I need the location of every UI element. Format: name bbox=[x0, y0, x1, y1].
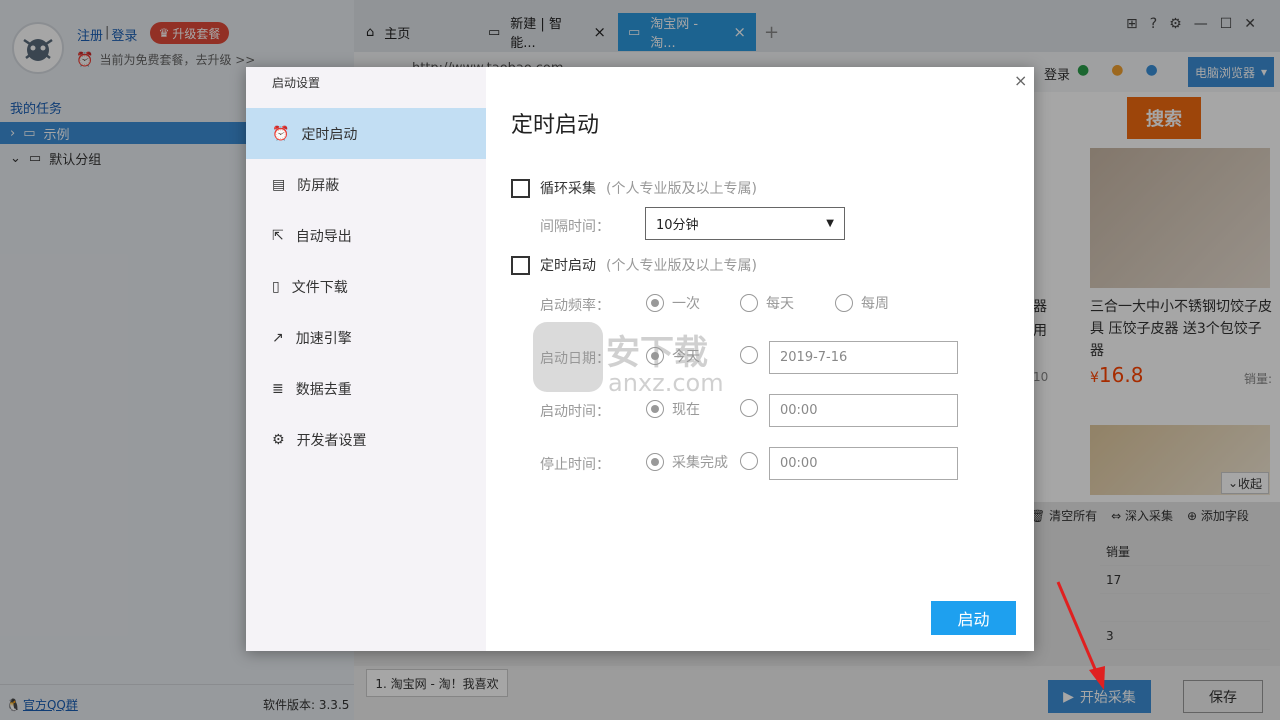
radio-label: 每天 bbox=[766, 296, 794, 312]
radio-label: 采集完成 bbox=[672, 455, 728, 471]
watermark-text: 安下载 bbox=[606, 333, 708, 373]
chart-boost-icon: ↗ bbox=[272, 329, 284, 346]
loop-collect-label: 循环采集 bbox=[540, 181, 596, 197]
nav-speed-engine[interactable]: ↗ 加速引擎 bbox=[246, 312, 486, 363]
interval-select[interactable]: 10分钟 ▼ bbox=[645, 207, 845, 240]
dialog-title: 启动设置 bbox=[272, 76, 321, 90]
scheduled-start-label: 定时启动 bbox=[540, 258, 596, 274]
frequency-weekly[interactable]: 每周 bbox=[835, 293, 889, 313]
radio-label: 每周 bbox=[861, 296, 889, 312]
start-time-input[interactable]: 00:00 bbox=[769, 394, 958, 427]
start-button[interactable]: 启动 bbox=[931, 601, 1016, 635]
scheduled-start-note: (个人专业版及以上专属) bbox=[606, 258, 757, 274]
start-time-label: 启动时间： bbox=[540, 404, 610, 420]
radio-button[interactable] bbox=[740, 452, 758, 470]
gear-icon: ⚙ bbox=[272, 431, 285, 448]
radio-button[interactable] bbox=[646, 400, 664, 418]
loop-collect-checkbox[interactable] bbox=[511, 178, 530, 198]
nav-label: 文件下载 bbox=[291, 279, 348, 296]
interval-label: 间隔时间： bbox=[540, 219, 610, 235]
file-download-icon: ▯ bbox=[272, 278, 280, 295]
watermark-domain: anxz.com bbox=[608, 369, 724, 397]
scheduled-start-checkbox[interactable] bbox=[511, 255, 530, 275]
radio-button[interactable] bbox=[740, 399, 758, 417]
nav-scheduled-start[interactable]: ⏰ 定时启动 bbox=[246, 108, 486, 159]
scheduled-start-row: 定时启动 (个人专业版及以上专属) bbox=[511, 255, 757, 275]
startup-settings-dialog: 启动设置 × ⏰ 定时启动 ▤ 防屏蔽 ⇱ 自动导出 ▯ 文件下载 ↗ 加速引擎 ≣ 数据去… bbox=[246, 67, 1034, 651]
nav-label: 数据去重 bbox=[295, 381, 352, 398]
dedup-list-icon: ≣ bbox=[272, 380, 284, 397]
radio-button[interactable] bbox=[740, 294, 758, 312]
start-date-custom-radio[interactable] bbox=[740, 346, 758, 364]
radio-button[interactable] bbox=[835, 294, 853, 312]
section-heading: 定时启动 bbox=[511, 113, 600, 138]
shield-screen-icon: ▤ bbox=[272, 176, 286, 193]
export-icon: ⇱ bbox=[272, 227, 284, 244]
nav-label: 加速引擎 bbox=[295, 330, 352, 347]
caret-down-icon: ▼ bbox=[826, 218, 834, 229]
stop-time-on-complete[interactable]: 采集完成 bbox=[646, 452, 728, 472]
nav-anti-block[interactable]: ▤ 防屏蔽 bbox=[246, 159, 486, 210]
nav-auto-export[interactable]: ⇱ 自动导出 bbox=[246, 210, 486, 261]
stop-time-custom-radio[interactable] bbox=[740, 452, 758, 470]
nav-dedup[interactable]: ≣ 数据去重 bbox=[246, 363, 486, 414]
frequency-once[interactable]: 一次 bbox=[646, 293, 700, 313]
watermark-shield-icon bbox=[533, 322, 603, 392]
start-date-input[interactable]: 2019-7-16 bbox=[769, 341, 958, 374]
alarm-clock-icon: ⏰ bbox=[272, 125, 290, 142]
loop-collect-row: 循环采集 (个人专业版及以上专属) bbox=[511, 178, 757, 198]
start-time-now[interactable]: 现在 bbox=[646, 399, 700, 419]
loop-collect-note: (个人专业版及以上专属) bbox=[606, 181, 757, 197]
radio-button[interactable] bbox=[646, 294, 664, 312]
interval-value: 10分钟 bbox=[656, 218, 699, 233]
frequency-daily[interactable]: 每天 bbox=[740, 293, 794, 313]
radio-button[interactable] bbox=[740, 346, 758, 364]
radio-label: 一次 bbox=[672, 296, 700, 312]
nav-label: 防屏蔽 bbox=[297, 177, 340, 194]
nav-label: 自动导出 bbox=[295, 228, 352, 245]
nav-developer-settings[interactable]: ⚙ 开发者设置 bbox=[246, 414, 486, 465]
close-icon[interactable]: × bbox=[1014, 71, 1027, 90]
stop-time-input[interactable]: 00:00 bbox=[769, 447, 958, 480]
nav-label: 开发者设置 bbox=[296, 432, 367, 449]
nav-label: 定时启动 bbox=[301, 126, 358, 143]
frequency-label: 启动频率： bbox=[540, 298, 610, 314]
stop-time-label: 停止时间： bbox=[540, 457, 610, 473]
radio-button[interactable] bbox=[646, 453, 664, 471]
nav-file-download[interactable]: ▯ 文件下载 bbox=[246, 261, 486, 312]
start-time-custom-radio[interactable] bbox=[740, 399, 758, 417]
radio-label: 现在 bbox=[672, 402, 700, 418]
